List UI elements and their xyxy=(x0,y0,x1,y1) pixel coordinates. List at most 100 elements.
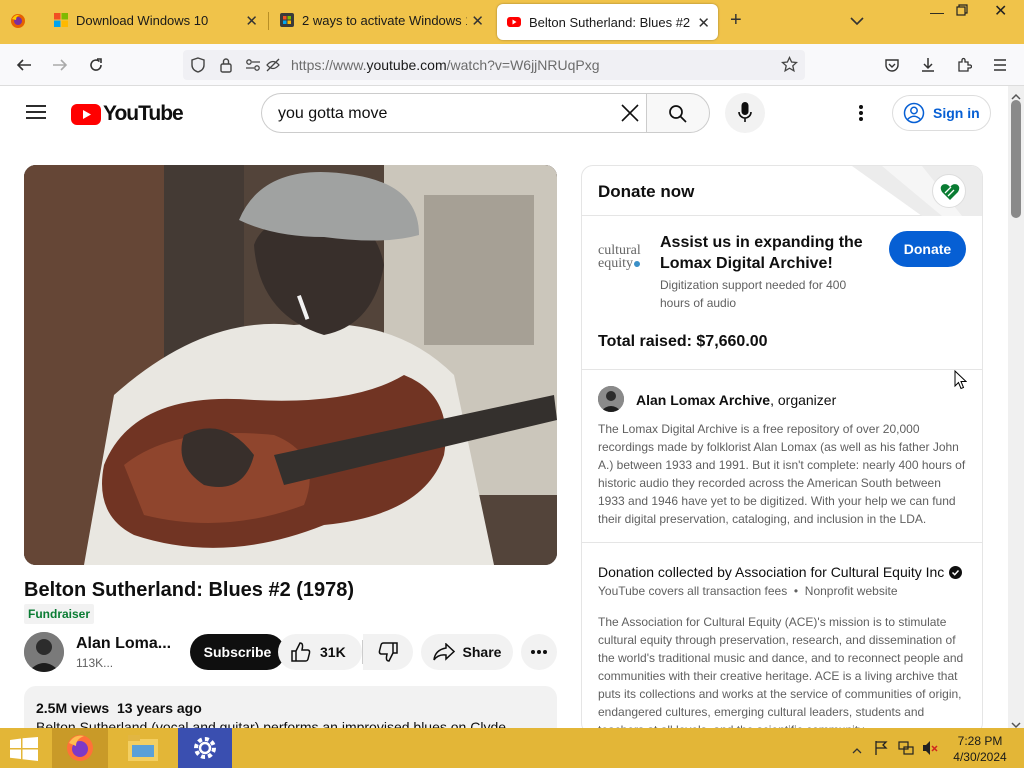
clock-date: 4/30/2024 xyxy=(953,750,1007,764)
url-text[interactable]: https://www.youtube.com/watch?v=W6jjNRUq… xyxy=(291,57,600,73)
volume-muted-icon[interactable] xyxy=(922,740,938,761)
youtube-play-logo-icon xyxy=(71,103,101,125)
restore-window-icon[interactable] xyxy=(955,3,969,22)
firefox-menu-icon[interactable] xyxy=(10,13,26,29)
thumbs-up-icon xyxy=(291,642,311,662)
windows-taskbar: 7:28 PM 4/30/2024 xyxy=(0,728,1024,768)
address-bar[interactable]: https://www.youtube.com/watch?v=W6jjNRUq… xyxy=(183,50,805,80)
account-circle-icon xyxy=(903,102,925,124)
action-center-flag-icon[interactable] xyxy=(874,740,888,761)
video-title: Belton Sutherland: Blues #2 (1978) xyxy=(24,579,355,601)
youtube-logo[interactable]: YouTube xyxy=(71,102,184,126)
tab-youtube-video[interactable]: Belton Sutherland: Blues #2 (19 ✕ xyxy=(497,4,718,40)
list-tabs-icon[interactable] xyxy=(850,13,864,31)
minimize-window-icon[interactable]: — xyxy=(930,4,944,20)
nonprofit-website-link[interactable]: Nonprofit website xyxy=(805,584,898,598)
verified-check-icon xyxy=(949,565,963,579)
taskbar-firefox[interactable] xyxy=(52,728,108,768)
organizer-line: Alan Lomax Archive, organizer xyxy=(636,392,837,408)
donation-panel: Donate now cultural equity Assist us in … xyxy=(581,165,983,728)
close-tab-icon[interactable]: ✕ xyxy=(245,12,258,30)
bookmark-star-icon[interactable] xyxy=(780,55,799,78)
search-button[interactable] xyxy=(646,93,710,133)
section-divider xyxy=(582,542,982,543)
video-frame-guitarist xyxy=(24,165,557,565)
youtube-favicon-icon xyxy=(507,17,521,27)
clock[interactable]: 7:28 PM 4/30/2024 xyxy=(948,733,1012,765)
gear-icon xyxy=(194,737,216,759)
description-box[interactable]: 2.5M views 13 years ago Belton Sutherlan… xyxy=(24,686,557,728)
close-tab-icon[interactable]: ✕ xyxy=(467,12,484,30)
search-input[interactable]: you gotta move xyxy=(278,105,387,123)
sign-in-button[interactable]: Sign in xyxy=(892,95,991,131)
mouse-cursor-icon xyxy=(954,370,967,390)
subscribe-button[interactable]: Subscribe xyxy=(190,634,285,670)
forward-arrow-icon[interactable] xyxy=(49,54,71,76)
tab-title: Download Windows 10 xyxy=(76,12,209,28)
fundraiser-badge[interactable]: Fundraiser xyxy=(24,604,95,624)
search-icon xyxy=(669,105,687,123)
donation-subtext: Digitization support needed for 400 hour… xyxy=(660,278,847,310)
tab-activate-windows[interactable]: 2 ways to activate Windows 10 | ✕ xyxy=(270,0,492,40)
donation-headline: Assist us in expanding the Lomax Digital… xyxy=(660,234,863,272)
guide-menu-icon[interactable] xyxy=(26,104,46,125)
tab-download-windows[interactable]: Download Windows 10 ✕ xyxy=(44,0,266,40)
settings-more-icon[interactable] xyxy=(858,104,864,127)
donate-button[interactable]: Donate xyxy=(889,231,966,267)
lock-icon[interactable] xyxy=(219,57,233,78)
total-raised: Total raised: $7,660.00 xyxy=(598,333,768,350)
back-arrow-icon[interactable] xyxy=(13,54,35,76)
description-preview: Belton Sutherland (vocal and guitar) per… xyxy=(36,719,518,728)
view-count-and-date: 2.5M views 13 years ago xyxy=(36,700,202,716)
extensions-icon[interactable] xyxy=(953,54,975,76)
voice-search-button[interactable] xyxy=(725,93,765,133)
organizer-avatar[interactable] xyxy=(598,386,624,412)
autoplay-blocked-icon[interactable] xyxy=(265,57,281,78)
dislike-button[interactable] xyxy=(363,634,413,670)
more-actions-button[interactable] xyxy=(521,634,557,670)
organizer-name[interactable]: Alan Lomax Archive xyxy=(636,392,770,408)
search-box[interactable]: you gotta move xyxy=(261,93,647,133)
firefox-icon xyxy=(67,735,93,761)
page-scrollbar[interactable] xyxy=(1008,86,1024,729)
close-tab-icon[interactable]: ✕ xyxy=(693,14,710,32)
share-arrow-icon xyxy=(432,643,455,661)
video-player[interactable] xyxy=(24,165,557,565)
logo-dot-icon xyxy=(634,260,640,267)
like-button[interactable]: 31K xyxy=(278,634,362,670)
permissions-icon[interactable] xyxy=(245,57,261,78)
scrollbar-thumb[interactable] xyxy=(1011,100,1021,218)
app-menu-icon[interactable] xyxy=(989,54,1011,76)
giving-heart-icon xyxy=(932,174,966,208)
channel-avatar[interactable] xyxy=(24,632,64,672)
microphone-icon xyxy=(738,102,752,122)
start-button[interactable] xyxy=(10,737,38,766)
reload-icon[interactable] xyxy=(85,54,107,76)
thumbs-down-icon xyxy=(378,642,398,662)
like-count: 31K xyxy=(320,644,346,660)
windows-start-icon xyxy=(10,737,38,761)
tracking-protection-shield-icon[interactable] xyxy=(191,57,205,78)
taskbar-file-explorer[interactable] xyxy=(115,728,171,768)
organizer-description: The Lomax Digital Archive is a free repo… xyxy=(598,422,966,526)
youtube-page: YouTube you gotta move Sign in Belton Su… xyxy=(0,86,1008,728)
share-button[interactable]: Share xyxy=(421,634,513,670)
new-tab-button[interactable]: + xyxy=(730,9,742,32)
downloads-icon[interactable] xyxy=(917,54,939,76)
tab-divider xyxy=(268,12,269,30)
more-horizontal-icon xyxy=(531,650,547,654)
folder-icon xyxy=(128,735,158,761)
donation-panel-header: Donate now xyxy=(582,166,982,216)
close-window-icon[interactable]: ✕ xyxy=(994,1,1007,21)
clear-search-icon[interactable] xyxy=(620,103,640,128)
fees-line: YouTube covers all transaction fees • No… xyxy=(598,584,898,598)
network-icon[interactable] xyxy=(898,740,914,761)
pocket-icon[interactable] xyxy=(881,54,903,76)
tray-chevron-icon[interactable] xyxy=(852,742,862,760)
clock-time: 7:28 PM xyxy=(957,734,1003,748)
cultural-equity-logo: cultural equity xyxy=(598,243,641,271)
browser-toolbar: https://www.youtube.com/watch?v=W6jjNRUq… xyxy=(0,44,1024,86)
organization-description: The Association for Cultural Equity (ACE… xyxy=(598,615,964,728)
channel-name[interactable]: Alan Loma... xyxy=(76,635,171,653)
taskbar-settings[interactable] xyxy=(178,728,232,768)
